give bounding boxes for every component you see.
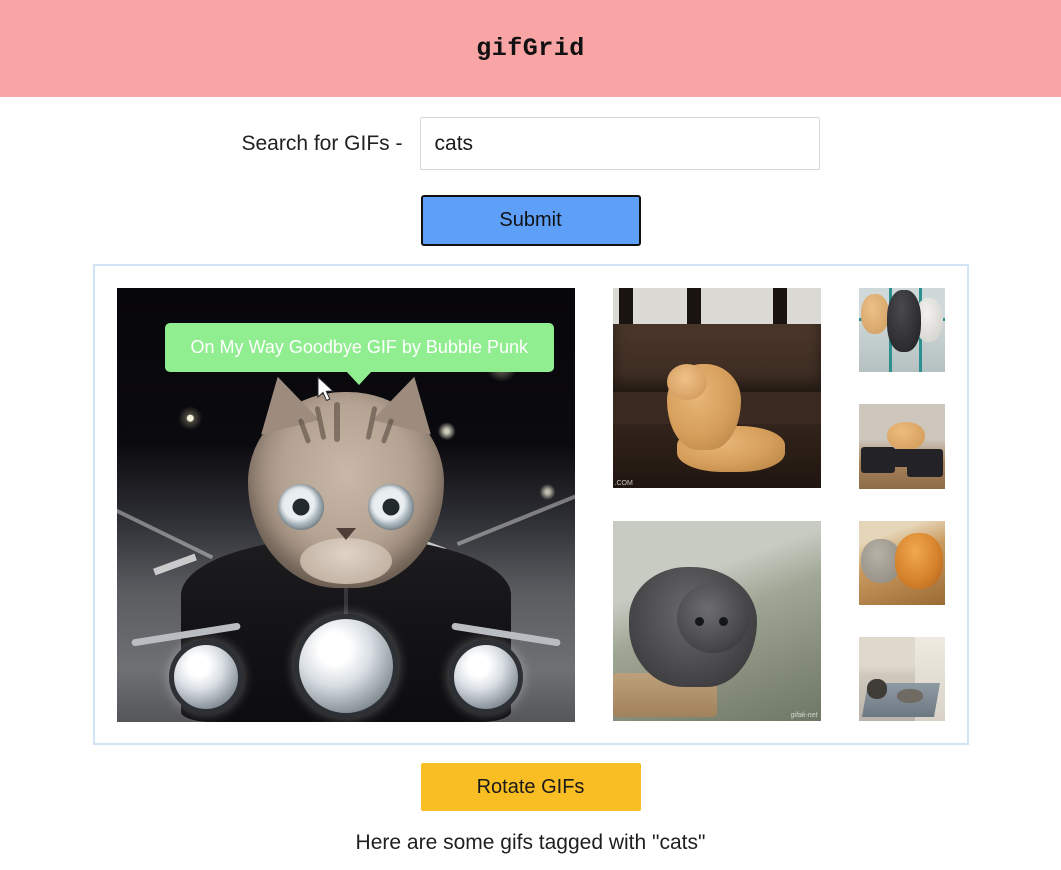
cage-cat-black [886, 290, 921, 352]
forehead-stripe [314, 405, 326, 441]
gif-artwork-kitten-scene: gifak-net [612, 521, 821, 721]
app-header: gifGrid [0, 0, 1061, 97]
gif-grid-container: On My Way Goodbye GIF by Bubble Punk .CO… [92, 264, 969, 745]
wall-post [618, 288, 633, 326]
cat-ear-right [372, 369, 443, 435]
cage-cat-orange [860, 294, 889, 334]
submit-button[interactable]: Submit [420, 195, 641, 246]
ginger-cat-sitting [666, 364, 741, 450]
turntable-left [860, 446, 895, 473]
submit-row: Submit [0, 195, 1061, 246]
gif-column-middle: .COM gifak-net [612, 288, 821, 721]
headlight-center [293, 614, 398, 718]
hallway-cat [866, 679, 887, 699]
gif-item-cats-cuddling[interactable] [858, 520, 945, 605]
cat-muzzle [299, 538, 392, 584]
gif-column-thumbnails [858, 288, 945, 721]
cat-eye-left [277, 484, 324, 530]
search-row: Search for GIFs - [0, 117, 1061, 170]
ginger-cat-head [666, 364, 707, 400]
search-label: Search for GIFs - [241, 131, 403, 155]
gif-watermark: .COM [614, 480, 633, 487]
status-text: Here are some gifs tagged with "cats" [355, 831, 706, 854]
cat-head [247, 369, 444, 588]
gif-artwork-cage-scene [858, 288, 945, 373]
wall-post [686, 288, 701, 326]
gif-item-cat-dj-decks[interactable] [858, 404, 945, 489]
gif-artwork-couch-scene: .COM [612, 288, 821, 488]
kitten-eye-left [694, 617, 704, 626]
wall-post [772, 288, 787, 326]
gif-artwork-dj-scene [858, 404, 945, 489]
cat-pupil-right [382, 498, 399, 516]
turntable-right [906, 448, 943, 477]
cat-pupil-left [292, 498, 309, 516]
gif-column-primary: On My Way Goodbye GIF by Bubble Punk [116, 288, 575, 722]
grey-kitten-body [628, 567, 757, 687]
cat-eye-right [367, 484, 414, 530]
gif-item-cat-in-hallway[interactable] [858, 636, 945, 721]
road-edge-right [456, 485, 575, 546]
gif-item-orange-cats-couch[interactable]: .COM [612, 288, 821, 488]
gif-watermark: gifak-net [790, 712, 818, 719]
page-title: gifGrid [476, 34, 585, 63]
cat-nose [335, 528, 356, 540]
search-input[interactable] [419, 117, 820, 170]
road-edge-left [116, 498, 214, 559]
lane-marking [153, 554, 197, 576]
gif-item-cat-riding-motorcycle[interactable]: On My Way Goodbye GIF by Bubble Punk [116, 288, 575, 722]
cat-ear-left [248, 369, 319, 435]
gif-artwork-hallway-scene [858, 636, 945, 721]
forehead-stripe [365, 405, 377, 441]
headlight-left [168, 640, 243, 714]
cuddle-cat-orange [894, 532, 943, 589]
gif-artwork-cuddle-scene [858, 520, 945, 605]
gif-title-tooltip: On My Way Goodbye GIF by Bubble Punk [164, 323, 554, 372]
rotate-gifs-button[interactable]: Rotate GIFs [420, 763, 641, 811]
rotate-row: Rotate GIFs [0, 763, 1061, 811]
kitten-eye-right [718, 617, 728, 626]
grey-kitten-head [676, 583, 749, 653]
forehead-stripe [333, 402, 340, 442]
gif-item-grey-kitten-box[interactable]: gifak-net [612, 521, 821, 721]
headlight-right [448, 640, 523, 714]
hallway-cat-second [896, 689, 923, 703]
gif-item-cats-in-cage[interactable] [858, 288, 945, 373]
